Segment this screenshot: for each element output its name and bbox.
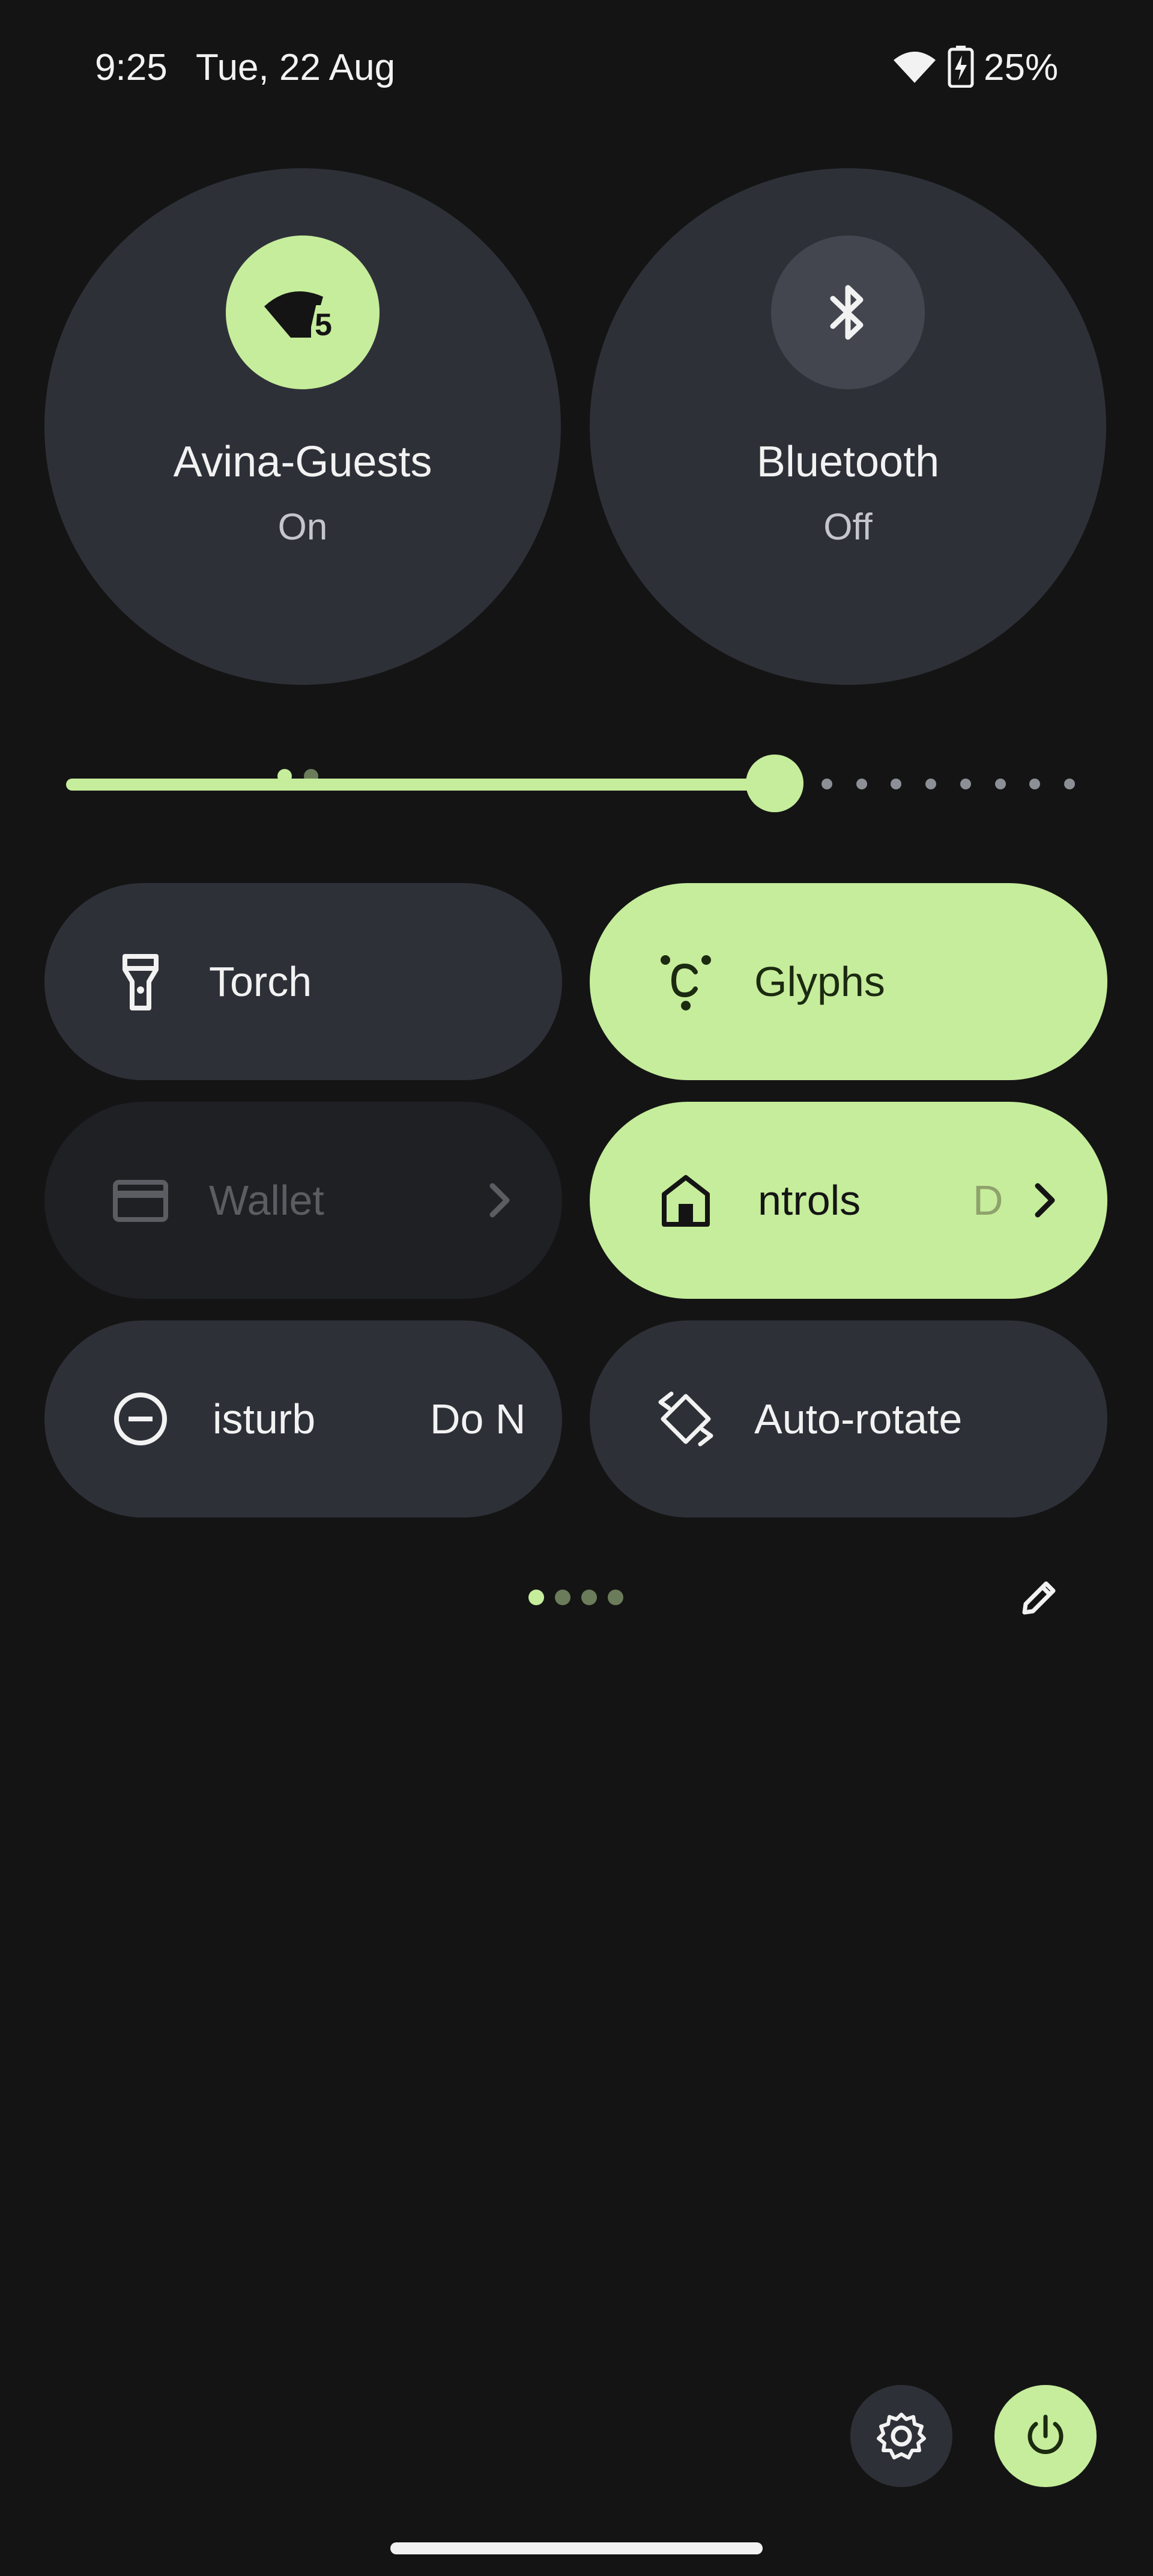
wifi-badge: 5 [315,308,332,342]
torch-tile[interactable]: Torch [44,883,562,1080]
auto-rotate-label: Auto-rotate [754,1396,963,1442]
edit-icon[interactable] [1017,1576,1061,1620]
do-not-disturb-icon [114,1393,167,1445]
flashlight-icon [123,954,159,1010]
do-not-disturb-tile[interactable]: isturb Do N [44,1320,562,1517]
quick-settings-page-dot [528,1590,544,1605]
power-icon [1027,2414,1064,2454]
brightness-step-dot [856,779,867,789]
brightness-step-dot [1064,779,1075,789]
device-controls-label: ntrols [758,1177,861,1224]
battery-charging-icon [948,46,974,88]
status-time: 9:25 [95,47,168,88]
glyphs-label: Glyphs [754,958,885,1005]
quick-settings-page-dot [581,1590,597,1605]
chevron-right-icon [1035,1183,1055,1218]
wifi-icon [894,52,936,83]
brightness-slider[interactable] [66,755,1075,815]
bluetooth-tile-state: Off [823,506,873,548]
brightness-step-dot [995,779,1006,789]
quick-settings-page-dot [608,1590,623,1605]
device-controls-label-repeat: D [973,1177,1003,1224]
wifi-toggle-circle[interactable]: 5 [226,235,380,389]
power-button[interactable] [994,2385,1097,2487]
credit-card-icon [113,1180,168,1222]
torch-label: Torch [209,958,312,1005]
auto-rotate-tile[interactable]: Auto-rotate [590,1320,1107,1517]
brightness-step-dot [925,779,936,789]
do-not-disturb-label-repeat: Do N [430,1396,526,1442]
wifi-tile-state: On [277,506,328,548]
bluetooth-tile[interactable]: Bluetooth Off [590,168,1106,685]
bluetooth-tile-title: Bluetooth [756,438,940,486]
brightness-slider-thumb[interactable] [746,755,803,812]
wifi-tile[interactable]: 5 Avina-Guests On [44,168,561,783]
gear-icon [877,2413,926,2459]
bluetooth-icon [830,285,864,340]
glyph-icon [661,955,711,1010]
glyphs-tile[interactable]: Glyphs [590,883,1107,1080]
gesture-navigation-bar[interactable] [390,2542,763,2554]
chevron-right-icon [489,1183,510,1218]
auto-rotate-icon [658,1391,713,1447]
wallet-tile[interactable]: Wallet [44,1102,562,1299]
quick-settings-page-dot [555,1590,570,1605]
brightness-step-dot [960,779,971,789]
wifi-tile-title: Avina-Guests [173,438,432,486]
wallet-label: Wallet [209,1177,324,1224]
brightness-step-dot [1029,779,1040,789]
brightness-slider-fill [66,779,758,791]
settings-button[interactable] [850,2385,952,2487]
brightness-step-dot [891,779,901,789]
battery-level: 25% [984,47,1059,88]
brightness-step-dot [822,779,832,789]
home-icon [662,1175,710,1227]
do-not-disturb-label: isturb [213,1396,316,1442]
device-controls-tile[interactable]: ntrols D [590,1102,1107,1299]
bluetooth-toggle-circle[interactable] [771,235,925,389]
wifi-5-icon: 5 [264,291,332,342]
status-date: Tue, 22 Aug [196,47,396,88]
quick-settings-page-indicator [528,1590,625,1608]
